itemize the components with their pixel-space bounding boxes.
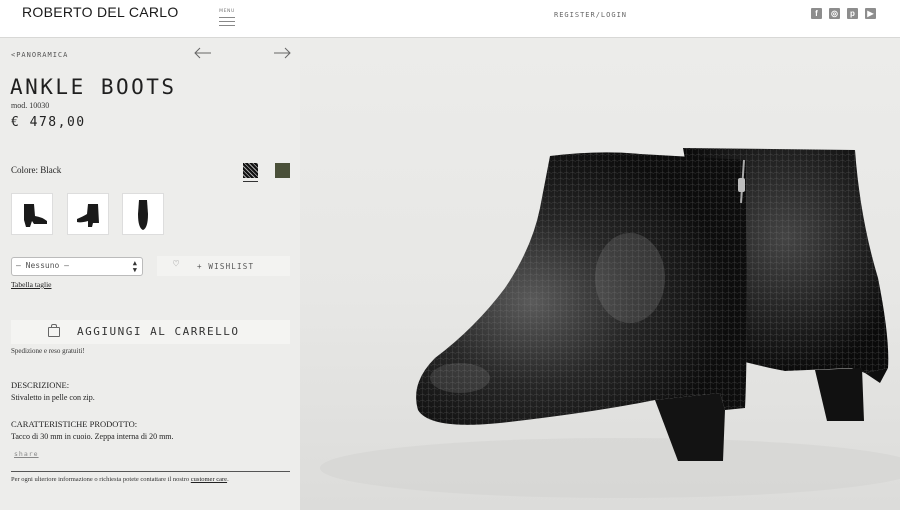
heart-icon: ♡ [173,259,181,270]
size-chart-link[interactable]: Tabella taglie [11,280,52,289]
select-caret-icon: ▲ ▼ [132,259,137,274]
footer-end: . [227,476,229,483]
add-to-cart-label: AGGIUNGI AL CARRELLO [77,325,240,338]
shopping-bag-icon [48,324,60,337]
product-price: € 478,00 [11,115,86,130]
add-to-cart-button[interactable]: AGGIUNGI AL CARRELLO [11,320,290,344]
register-login-link[interactable]: REGISTER/LOGIN [554,11,627,19]
product-title: ANKLE BOOTS [10,75,177,99]
thumbnail-top-view[interactable] [122,193,164,235]
instagram-icon[interactable]: ◎ [829,8,840,19]
back-to-overview-link[interactable]: <PANORAMICA [11,51,68,59]
social-links: f ◎ p ▶ [811,8,876,19]
previous-arrow-icon[interactable] [194,47,212,59]
description-text: Stivaletto in pelle con zip. [11,393,95,402]
description-heading: DESCRIZIONE: [11,380,70,390]
facebook-icon[interactable]: f [811,8,822,19]
wishlist-button[interactable]: ♡ + WISHLIST [157,256,290,276]
pinterest-icon[interactable]: p [847,8,858,19]
divider [11,471,290,472]
site-header: ROBERTO DEL CARLO MENU REGISTER/LOGIN f … [0,0,900,38]
product-model: mod. 10030 [11,101,50,110]
features-text: Tacco di 30 mm in cuoio. Zeppa interna d… [11,432,174,441]
brand-logo[interactable]: ROBERTO DEL CARLO [22,4,179,20]
youtube-icon[interactable]: ▶ [865,8,876,19]
color-swatch-olive[interactable] [275,163,290,178]
wishlist-label: + WISHLIST [197,262,255,271]
features-heading: CARATTERISTICHE PRODOTTO: [11,419,138,429]
hamburger-icon [219,17,235,26]
next-arrow-icon[interactable] [273,47,291,59]
size-select[interactable]: – Nessuno – ▲ ▼ [11,257,143,276]
menu-button[interactable]: MENU [219,9,235,29]
share-link[interactable]: share [14,450,39,458]
thumbnail-side-view[interactable] [11,193,53,235]
color-swatch-black[interactable] [243,163,258,178]
footer-contact-note: Per ogni ulteriore informazione o richie… [11,476,229,483]
menu-label: MENU [219,9,235,14]
size-select-value: – Nessuno – [16,261,69,270]
product-main-image[interactable] [300,38,900,510]
shipping-note: Spedizione e reso gratuiti! [11,347,85,355]
customer-care-link[interactable]: customer care [191,476,227,483]
thumbnail-back-view[interactable] [67,193,109,235]
color-label: Colore: Black [11,165,62,175]
selected-swatch-indicator [243,181,258,182]
footer-text: Per ogni ulteriore informazione o richie… [11,476,190,483]
